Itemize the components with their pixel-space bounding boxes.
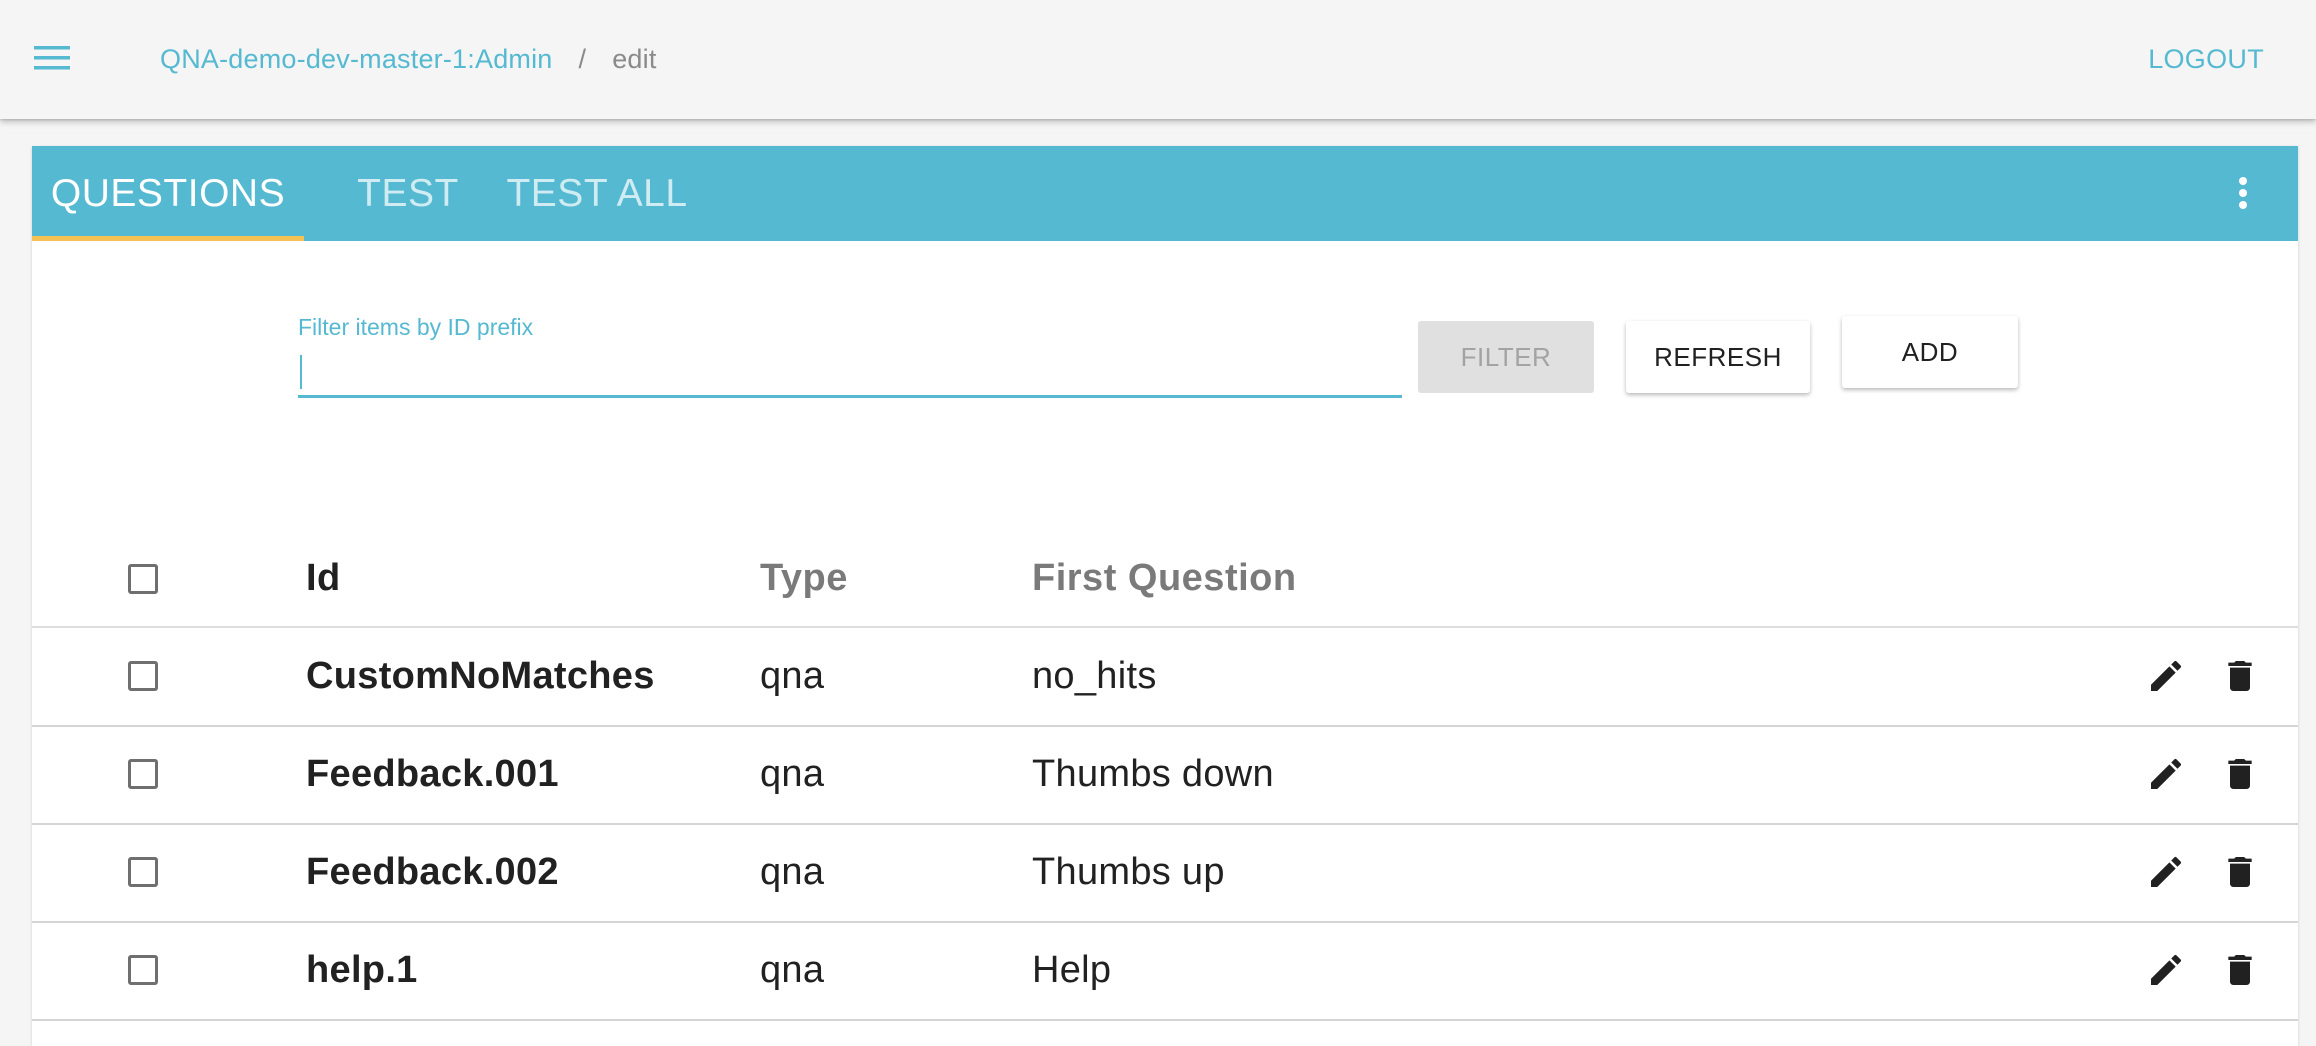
pencil-icon: [2151, 954, 2182, 985]
pencil-icon: [2151, 856, 2182, 887]
table-header: Id Type First Question: [32, 530, 2298, 628]
breadcrumb-project-link[interactable]: QNA-demo-dev-master-1:Admin: [160, 44, 553, 75]
select-all-checkbox[interactable]: [128, 564, 158, 594]
delete-button[interactable]: [2216, 750, 2264, 798]
breadcrumb: QNA-demo-dev-master-1:Admin / edit: [160, 0, 657, 118]
app-bar: QNA-demo-dev-master-1:Admin / edit LOGOU…: [0, 0, 2316, 119]
row-id: Feedback.002: [306, 851, 559, 893]
delete-button[interactable]: [2216, 652, 2264, 700]
tab-questions[interactable]: QUESTIONS: [32, 146, 304, 241]
column-header-first-question[interactable]: First Question: [1032, 530, 1297, 626]
add-button[interactable]: ADD: [1842, 316, 2018, 388]
tab-test[interactable]: TEST: [318, 146, 498, 241]
trash-icon: [2228, 661, 2252, 691]
active-tab-indicator: [32, 236, 304, 241]
delete-button[interactable]: [2216, 946, 2264, 994]
row-checkbox[interactable]: [128, 759, 158, 789]
menu-button[interactable]: [22, 32, 82, 84]
row-type: qna: [760, 949, 825, 991]
edit-button[interactable]: [2142, 946, 2190, 994]
row-first-question: Thumbs up: [1032, 851, 1225, 893]
edit-button[interactable]: [2142, 750, 2190, 798]
row-id: Feedback.001: [306, 753, 559, 795]
delete-button[interactable]: [2216, 848, 2264, 896]
row-checkbox[interactable]: [128, 955, 158, 985]
row-type: qna: [760, 851, 825, 893]
row-type: qna: [760, 753, 825, 795]
questions-card: QUESTIONS TEST TEST ALL Filter items by …: [32, 146, 2298, 1046]
pencil-icon: [2151, 660, 2182, 691]
trash-icon: [2228, 955, 2252, 985]
logout-button[interactable]: LOGOUT: [2148, 0, 2264, 118]
table-row[interactable]: help.1 qna Help: [32, 922, 2298, 1021]
breadcrumb-separator: /: [578, 43, 587, 74]
row-id: CustomNoMatches: [306, 655, 655, 697]
table-row[interactable]: Feedback.001 qna Thumbs down: [32, 726, 2298, 825]
row-first-question: no_hits: [1032, 655, 1157, 697]
row-first-question: Thumbs down: [1032, 753, 1274, 795]
tab-bar: QUESTIONS TEST TEST ALL: [32, 146, 2298, 241]
text-caret: [300, 355, 302, 389]
filter-button[interactable]: FILTER: [1418, 321, 1594, 393]
row-checkbox[interactable]: [128, 857, 158, 887]
filter-label: Filter items by ID prefix: [298, 314, 534, 340]
hamburger-menu-icon: [34, 46, 70, 70]
row-type: qna: [760, 655, 825, 697]
edit-button[interactable]: [2142, 848, 2190, 896]
edit-button[interactable]: [2142, 652, 2190, 700]
pencil-icon: [2151, 758, 2182, 789]
row-id: help.1: [306, 949, 418, 991]
table-row[interactable]: Feedback.002 qna Thumbs up: [32, 824, 2298, 923]
tab-test-all[interactable]: TEST ALL: [498, 146, 696, 241]
refresh-button[interactable]: REFRESH: [1626, 321, 1810, 393]
column-header-id[interactable]: Id: [306, 530, 341, 626]
column-header-type[interactable]: Type: [760, 530, 848, 626]
row-checkbox[interactable]: [128, 661, 158, 691]
filter-input[interactable]: [298, 346, 1402, 398]
more-options-button[interactable]: [2218, 168, 2268, 218]
trash-icon: [2228, 759, 2252, 789]
table-row[interactable]: CustomNoMatches qna no_hits: [32, 628, 2298, 727]
more-vert-icon: [2239, 177, 2247, 209]
breadcrumb-current: edit: [612, 43, 657, 74]
row-first-question: Help: [1032, 949, 1112, 991]
trash-icon: [2228, 857, 2252, 887]
